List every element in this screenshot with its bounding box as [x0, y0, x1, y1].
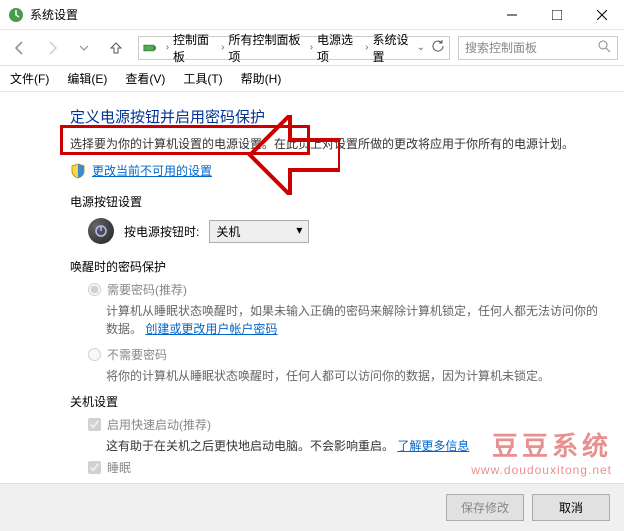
no-password-desc: 将你的计算机从睡眠状态唤醒时，任何人都可以访问你的数据，因为计算机未锁定。	[106, 367, 604, 385]
power-button-row: 按电源按钮时: 关机	[88, 218, 604, 244]
navbar: › 控制面板 › 所有控制面板项 › 电源选项 › 系统设置 ⌄ 搜索控制面板	[0, 30, 624, 66]
power-button-section: 电源按钮设置	[70, 193, 604, 210]
refresh-icon[interactable]	[431, 39, 445, 56]
breadcrumb-sep: ›	[221, 42, 224, 53]
admin-link-row: 更改当前不可用的设置	[70, 162, 604, 179]
minimize-button[interactable]	[489, 0, 534, 29]
menu-edit[interactable]: 编辑(E)	[59, 67, 115, 90]
breadcrumb-sep: ›	[310, 42, 313, 53]
chevron-down-icon[interactable]: ⌄	[417, 42, 425, 53]
check-sleep[interactable]: 睡眠	[88, 459, 604, 476]
titlebar: 系统设置	[0, 0, 624, 30]
shutdown-section: 关机设置	[70, 393, 604, 410]
check-fast-startup-input	[88, 418, 101, 431]
radio-require-password-input	[88, 283, 101, 296]
page-subtext: 选择要为你的计算机设置的电源设置。在此页上对设置所做的更改将应用于你所有的电源计…	[70, 135, 604, 152]
create-password-link[interactable]: 创建或更改用户帐户密码	[145, 322, 277, 336]
up-button[interactable]	[102, 34, 130, 62]
menu-help[interactable]: 帮助(H)	[233, 67, 290, 90]
breadcrumb-item[interactable]: 所有控制面板项	[229, 31, 306, 65]
menubar: 文件(F) 编辑(E) 查看(V) 工具(T) 帮助(H)	[0, 66, 624, 92]
radio-require-password[interactable]: 需要密码(推荐)	[88, 281, 604, 298]
radio-no-password[interactable]: 不需要密码	[88, 346, 604, 363]
maximize-button[interactable]	[534, 0, 579, 29]
search-placeholder: 搜索控制面板	[465, 39, 537, 56]
search-icon	[597, 39, 611, 56]
breadcrumb-item[interactable]: 电源选项	[317, 31, 361, 65]
wake-password-section: 唤醒时的密码保护	[70, 258, 604, 275]
radio-no-password-input	[88, 348, 101, 361]
breadcrumb-sep: ›	[166, 42, 169, 53]
sleep-desc: 显示在"电源"菜单中。	[106, 480, 604, 482]
breadcrumb-item[interactable]: 控制面板	[173, 31, 217, 65]
breadcrumb[interactable]: › 控制面板 › 所有控制面板项 › 电源选项 › 系统设置 ⌄	[138, 36, 450, 60]
window-controls	[489, 0, 624, 29]
content-area: 定义电源按钮并启用密码保护 选择要为你的计算机设置的电源设置。在此页上对设置所做…	[0, 92, 624, 482]
menu-tools[interactable]: 工具(T)	[175, 67, 230, 90]
fast-startup-desc: 这有助于在关机之后更快地启动电脑。不会影响重启。 了解更多信息	[106, 437, 604, 455]
power-button-label: 按电源按钮时:	[124, 223, 199, 240]
require-password-desc: 计算机从睡眠状态唤醒时，如果未输入正确的密码来解除计算机锁定，任何人都无法访问你…	[106, 302, 604, 338]
page-heading: 定义电源按钮并启用密码保护	[70, 106, 604, 127]
check-fast-startup[interactable]: 启用快速启动(推荐)	[88, 416, 604, 433]
learn-more-link[interactable]: 了解更多信息	[397, 439, 469, 453]
breadcrumb-sep: ›	[365, 42, 368, 53]
battery-icon	[143, 40, 158, 56]
menu-view[interactable]: 查看(V)	[117, 67, 173, 90]
breadcrumb-item[interactable]: 系统设置	[372, 31, 416, 65]
app-icon	[8, 7, 24, 23]
search-input[interactable]: 搜索控制面板	[458, 36, 618, 60]
power-button-select[interactable]: 关机	[209, 220, 309, 243]
power-icon	[88, 218, 114, 244]
close-button[interactable]	[579, 0, 624, 29]
check-sleep-input	[88, 461, 101, 474]
recent-button[interactable]	[70, 34, 98, 62]
menu-file[interactable]: 文件(F)	[2, 67, 57, 90]
shield-icon	[70, 163, 86, 179]
footer: 保存修改 取消	[0, 483, 624, 531]
window-title: 系统设置	[30, 6, 489, 23]
cancel-button[interactable]: 取消	[532, 494, 610, 521]
save-button[interactable]: 保存修改	[446, 494, 524, 521]
change-unavailable-settings-link[interactable]: 更改当前不可用的设置	[92, 162, 212, 179]
back-button[interactable]	[6, 34, 34, 62]
forward-button[interactable]	[38, 34, 66, 62]
